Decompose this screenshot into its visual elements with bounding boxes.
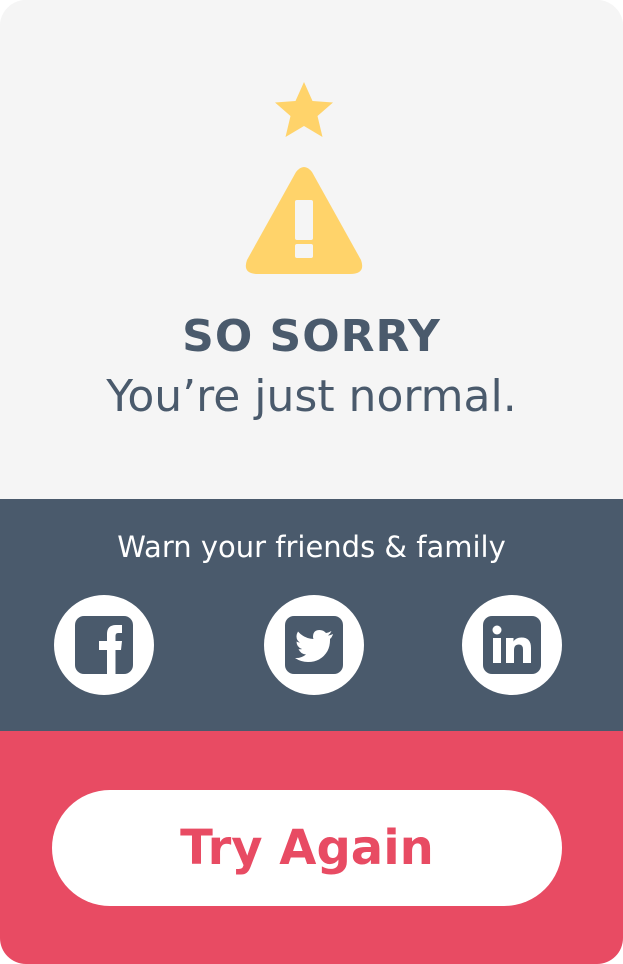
twitter-icon	[285, 616, 343, 674]
result-message: You’re just normal.	[106, 371, 517, 422]
share-title: Warn your friends & family	[117, 530, 506, 564]
warning-icon	[245, 167, 363, 274]
share-panel: Warn your friends & family	[0, 499, 623, 731]
star-icon	[275, 82, 333, 137]
result-card: SO SORRY You’re just normal. Warn your f…	[0, 0, 623, 964]
result-headline: SO SORRY	[182, 311, 441, 362]
action-panel: Try Again	[0, 731, 623, 964]
linkedin-icon	[483, 616, 541, 674]
twitter-share-button[interactable]	[264, 595, 364, 695]
try-again-button[interactable]: Try Again	[52, 790, 562, 906]
linkedin-share-button[interactable]	[462, 595, 562, 695]
facebook-icon	[75, 616, 133, 674]
facebook-share-button[interactable]	[54, 595, 154, 695]
result-panel: SO SORRY You’re just normal.	[0, 0, 623, 499]
